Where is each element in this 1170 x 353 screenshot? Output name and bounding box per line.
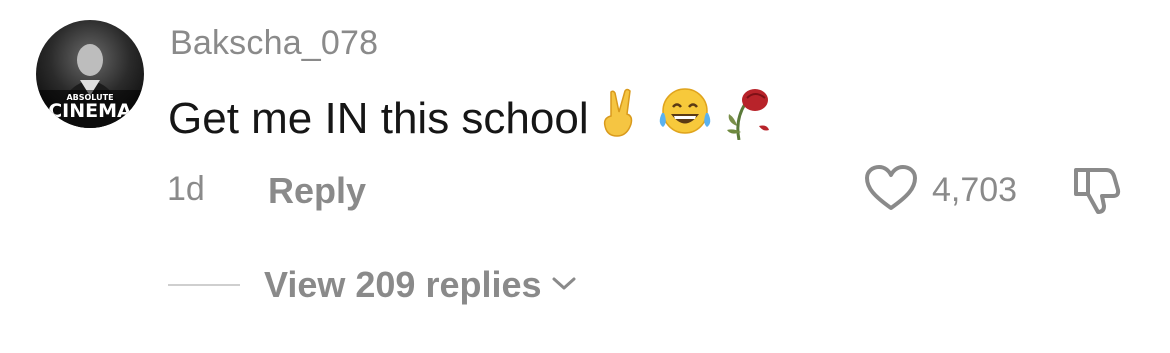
victory-hand-emoji [597, 88, 643, 149]
view-replies-label: View 209 replies [264, 264, 542, 305]
avatar-label-main: CINEMA [48, 100, 132, 122]
reply-button[interactable]: Reply [268, 170, 366, 212]
like-count: 4,703 [932, 171, 1018, 209]
heart-outline-icon [864, 164, 918, 217]
tears-of-joy-emoji [657, 87, 713, 150]
dislike-button[interactable] [1070, 164, 1124, 219]
comment-timestamp: 1d [167, 170, 205, 208]
comment-body: Get me IN this school [168, 86, 773, 151]
thumbs-down-outline-icon [1070, 168, 1124, 218]
wilted-flower-emoji [721, 86, 773, 151]
view-replies-button[interactable]: View 209 replies [264, 264, 578, 306]
comment-text: Get me IN this school [168, 93, 589, 143]
like-button[interactable]: 4,703 [864, 164, 1017, 217]
chevron-down-icon [550, 273, 578, 298]
avatar[interactable]: ABSOLUTE CINEMA [36, 20, 144, 128]
replies-divider [168, 284, 240, 286]
comment-username[interactable]: Bakscha_078 [170, 24, 378, 63]
